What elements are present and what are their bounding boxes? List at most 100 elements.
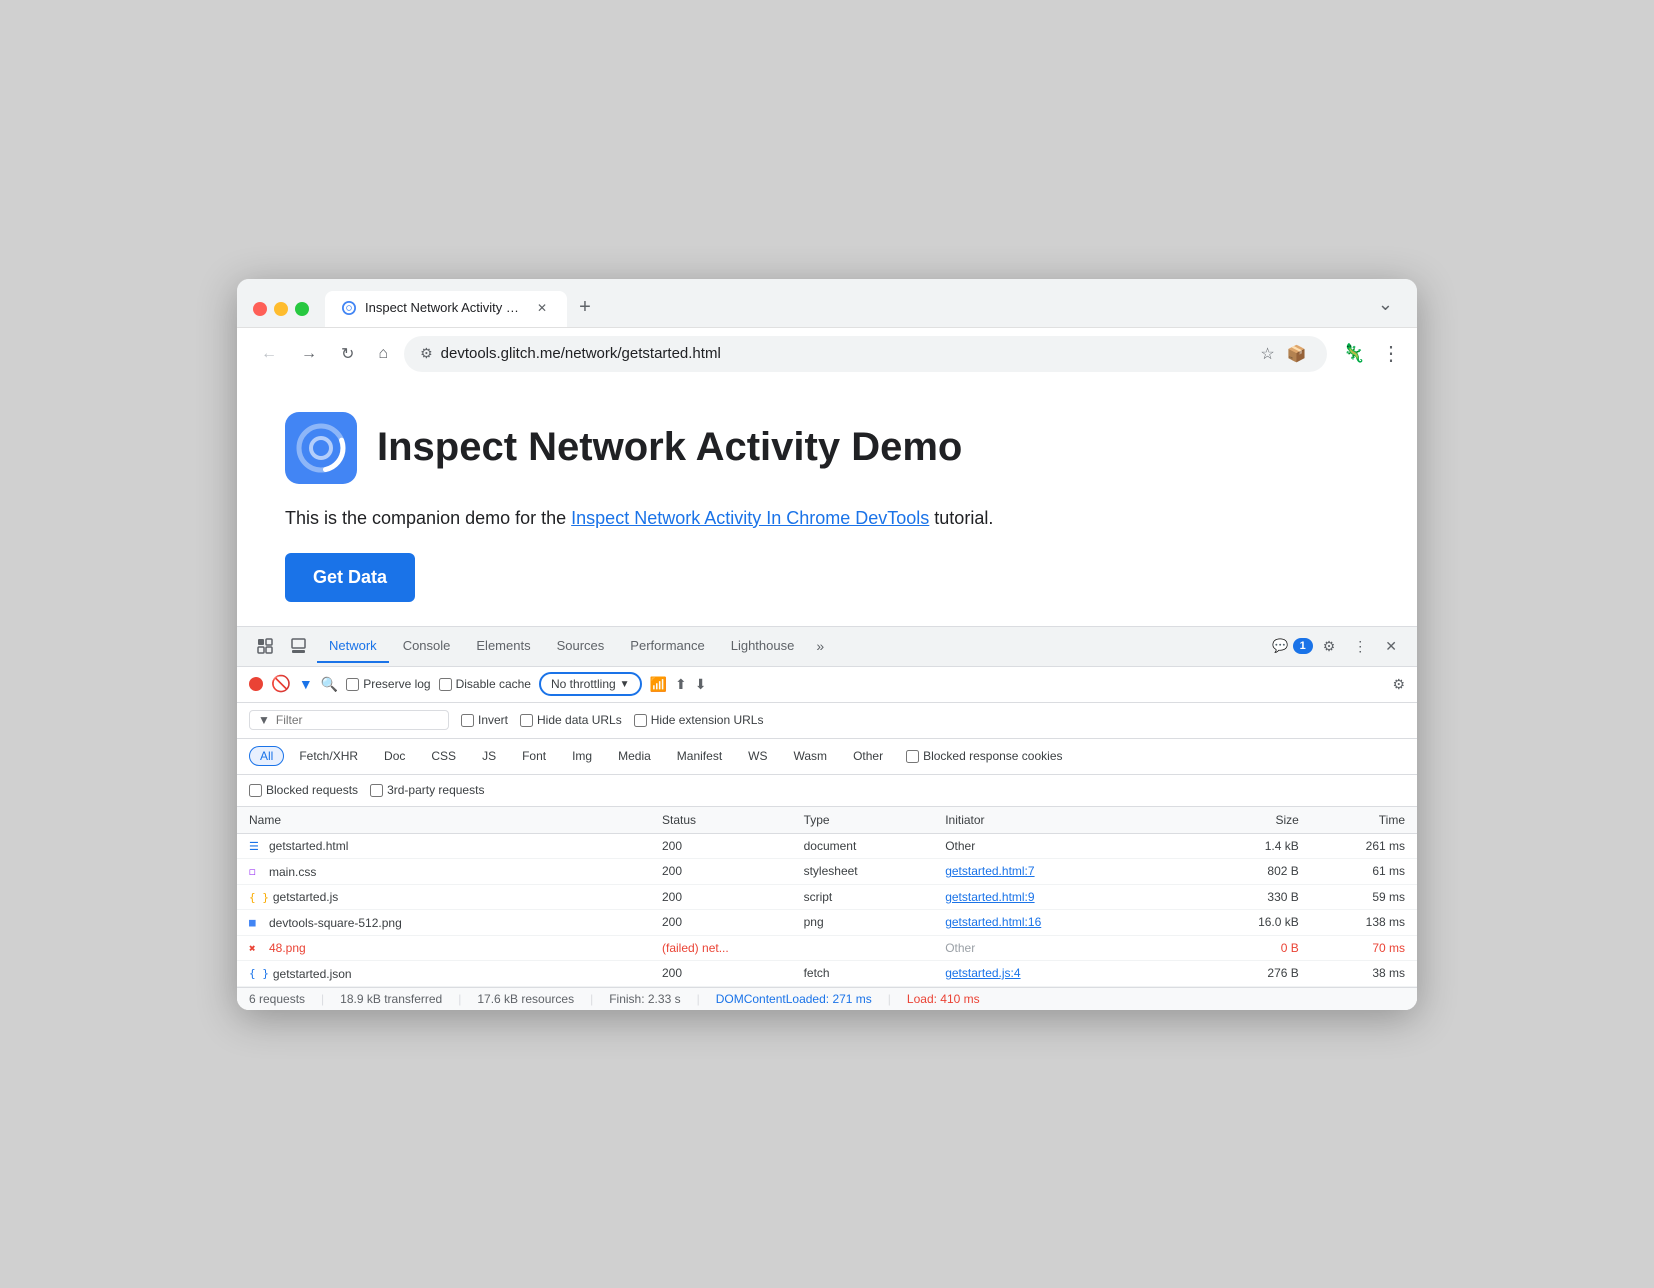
active-tab[interactable]: Inspect Network Activity Dem ✕ <box>325 291 567 327</box>
table-row[interactable]: ◻ main.css 200stylesheetgetstarted.html:… <box>237 859 1417 885</box>
tab-close-button[interactable]: ✕ <box>533 299 551 317</box>
extension-action-button[interactable]: 📦 <box>1283 342 1311 366</box>
devtools-inspect-icon[interactable] <box>249 634 281 658</box>
filter-input[interactable] <box>276 713 440 727</box>
third-party-requests-label[interactable]: 3rd-party requests <box>370 783 484 797</box>
table-row[interactable]: ✖ 48.png (failed) net...Other0 B70 ms <box>237 935 1417 961</box>
blocked-response-cookies-checkbox[interactable] <box>906 750 919 763</box>
preserve-log-checkbox[interactable] <box>346 678 359 691</box>
throttling-dropdown[interactable]: No throttling ▼ <box>539 672 642 696</box>
more-tabs-button[interactable]: » <box>808 634 832 658</box>
table-row[interactable]: ☰ getstarted.html 200documentOther1.4 kB… <box>237 833 1417 859</box>
row-name-text: getstarted.html <box>269 839 348 853</box>
finish-time: Finish: 2.33 s <box>609 992 680 1006</box>
traffic-light-minimize[interactable] <box>274 302 288 316</box>
cell-name: ■ devtools-square-512.png <box>237 910 650 936</box>
tab-performance[interactable]: Performance <box>618 630 716 663</box>
devtools-settings-button[interactable]: ⚙ <box>1315 634 1344 659</box>
type-filter-media[interactable]: Media <box>607 746 662 766</box>
tab-console[interactable]: Console <box>391 630 463 663</box>
throttling-label: No throttling <box>551 677 616 691</box>
type-filter-font[interactable]: Font <box>511 746 557 766</box>
page-header: Inspect Network Activity Demo <box>285 412 1369 484</box>
third-party-requests-checkbox[interactable] <box>370 784 383 797</box>
table-row[interactable]: { } getstarted.js 200scriptgetstarted.ht… <box>237 884 1417 910</box>
bookmark-button[interactable]: ☆ <box>1256 342 1278 366</box>
traffic-light-fullscreen[interactable] <box>295 302 309 316</box>
forward-button[interactable]: → <box>293 339 325 369</box>
cell-size: 330 B <box>1193 884 1311 910</box>
type-filter-fetch-xhr[interactable]: Fetch/XHR <box>288 746 369 766</box>
devtools-link[interactable]: Inspect Network Activity In Chrome DevTo… <box>571 508 929 528</box>
cell-time: 138 ms <box>1311 910 1417 936</box>
preserve-log-checkbox-label[interactable]: Preserve log <box>346 677 430 691</box>
hide-ext-urls-checkbox[interactable] <box>634 714 647 727</box>
type-filter-all[interactable]: All <box>249 746 284 766</box>
hide-data-urls-checkbox-label[interactable]: Hide data URLs <box>520 713 622 727</box>
online-icon[interactable]: 📶 <box>650 676 667 693</box>
hide-data-urls-checkbox[interactable] <box>520 714 533 727</box>
disable-cache-checkbox[interactable] <box>439 678 452 691</box>
network-settings-icon[interactable]: ⚙ <box>1392 676 1405 693</box>
cell-size: 0 B <box>1193 935 1311 961</box>
cell-status: (failed) net... <box>650 935 792 961</box>
type-filter-img[interactable]: Img <box>561 746 603 766</box>
blocked-requests-checkbox[interactable] <box>249 784 262 797</box>
cell-status: 200 <box>650 884 792 910</box>
tab-title: Inspect Network Activity Dem <box>365 300 525 315</box>
browser-more-button[interactable]: ⋮ <box>1381 341 1401 366</box>
table-row[interactable]: ■ devtools-square-512.png 200pnggetstart… <box>237 910 1417 936</box>
security-icon: ⚙ <box>420 345 433 362</box>
tab-lighthouse[interactable]: Lighthouse <box>719 630 807 663</box>
console-badge: 1 <box>1293 638 1313 654</box>
table-row[interactable]: { } getstarted.json 200fetchgetstarted.j… <box>237 961 1417 987</box>
devtools-more-button[interactable]: ⋮ <box>1345 634 1375 659</box>
disable-cache-checkbox-label[interactable]: Disable cache <box>439 677 531 691</box>
blocked-response-cookies-label[interactable]: Blocked response cookies <box>906 749 1062 763</box>
filter-box[interactable]: ▼ <box>249 710 449 730</box>
search-icon[interactable]: 🔍 <box>321 676 338 693</box>
blocked-requests-text: Blocked requests <box>266 783 358 797</box>
page-content: Inspect Network Activity Demo This is th… <box>237 380 1417 626</box>
cell-type: png <box>792 910 934 936</box>
extensions-button[interactable]: 🦎 <box>1335 339 1373 368</box>
upload-icon[interactable]: ⬆ <box>675 676 687 693</box>
type-filter-ws[interactable]: WS <box>737 746 778 766</box>
tab-sources[interactable]: Sources <box>545 630 617 663</box>
devtools-close-button[interactable]: ✕ <box>1377 634 1405 659</box>
home-button[interactable]: ⌂ <box>370 339 396 369</box>
nav-bar: ← → ↻ ⌂ ⚙ devtools.glitch.me/network/get… <box>237 327 1417 380</box>
blocked-requests-label[interactable]: Blocked requests <box>249 783 358 797</box>
new-tab-button[interactable]: + <box>567 296 603 327</box>
tab-menu-button[interactable]: ⌄ <box>1370 294 1401 323</box>
reload-button[interactable]: ↻ <box>333 338 362 370</box>
clear-button[interactable]: 🚫 <box>271 674 291 694</box>
get-data-button[interactable]: Get Data <box>285 553 415 602</box>
cell-name: { } getstarted.json <box>237 961 650 987</box>
tab-elements[interactable]: Elements <box>464 630 542 663</box>
address-bar[interactable]: ⚙ devtools.glitch.me/network/getstarted.… <box>404 336 1327 372</box>
invert-checkbox-label[interactable]: Invert <box>461 713 508 727</box>
devtools-elements-picker-icon[interactable] <box>283 634 315 658</box>
traffic-light-close[interactable] <box>253 302 267 316</box>
type-filter-doc[interactable]: Doc <box>373 746 416 766</box>
network-filter-bar: ▼ Invert Hide data URLs Hide extension U… <box>237 703 1417 739</box>
cell-initiator: Other <box>933 833 1193 859</box>
back-button[interactable]: ← <box>253 339 285 369</box>
row-name-text: getstarted.json <box>273 967 352 981</box>
col-status: Status <box>650 807 792 834</box>
record-stop-button[interactable] <box>249 677 263 691</box>
row-name-text: devtools-square-512.png <box>269 916 402 930</box>
type-filter-css[interactable]: CSS <box>420 746 467 766</box>
invert-checkbox[interactable] <box>461 714 474 727</box>
filter-toggle-icon[interactable]: ▼ <box>299 676 313 692</box>
download-icon[interactable]: ⬇ <box>695 676 707 693</box>
type-filter-other[interactable]: Other <box>842 746 894 766</box>
logo-svg <box>295 422 347 474</box>
type-filter-manifest[interactable]: Manifest <box>666 746 733 766</box>
status-bar: 6 requests | 18.9 kB transferred | 17.6 … <box>237 987 1417 1010</box>
type-filter-js[interactable]: JS <box>471 746 507 766</box>
hide-ext-urls-checkbox-label[interactable]: Hide extension URLs <box>634 713 764 727</box>
type-filter-wasm[interactable]: Wasm <box>783 746 839 766</box>
tab-network[interactable]: Network <box>317 630 389 663</box>
